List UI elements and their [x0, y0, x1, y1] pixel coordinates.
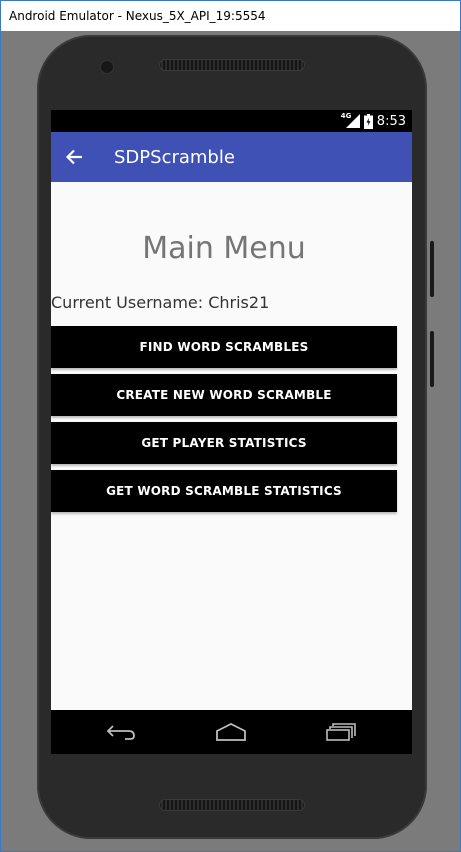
get-word-scramble-statistics-button[interactable]: GET WORD SCRAMBLE STATISTICS [51, 470, 397, 512]
button-label: CREATE NEW WORD SCRAMBLE [116, 388, 332, 402]
navigation-bar [51, 710, 412, 754]
device-screen: 4G 8:53 SDPScramble Main Menu Current Us… [51, 110, 412, 754]
app-title: SDPScramble [114, 147, 235, 168]
find-word-scrambles-button[interactable]: FIND WORD SCRAMBLES [51, 326, 397, 368]
main-content: Main Menu Current Username: Chris21 FIND… [51, 182, 412, 710]
home-icon [216, 722, 246, 741]
arrow-left-icon [65, 149, 82, 165]
top-speaker-grille [159, 59, 305, 71]
recents-icon [326, 723, 356, 741]
network-type-label: 4G [340, 112, 352, 120]
nav-back-button[interactable] [101, 720, 141, 744]
current-username-label: Current Username: Chris21 [51, 293, 270, 312]
nav-home-button[interactable] [211, 720, 251, 744]
window-titlebar: Android Emulator - Nexus_5X_API_19:5554 [1, 1, 460, 31]
app-bar: SDPScramble [51, 132, 412, 182]
bottom-speaker-grille [159, 799, 305, 811]
page-title: Main Menu [142, 231, 306, 266]
back-button[interactable] [61, 144, 87, 170]
button-label: FIND WORD SCRAMBLES [139, 340, 309, 354]
camera-icon [101, 61, 113, 73]
power-button[interactable] [430, 331, 434, 387]
back-icon [106, 725, 135, 740]
create-new-word-scramble-button[interactable]: CREATE NEW WORD SCRAMBLE [51, 374, 397, 416]
emulator-window: Android Emulator - Nexus_5X_API_19:5554 … [0, 0, 461, 852]
status-time: 8:53 [376, 113, 406, 129]
nav-recents-button[interactable] [321, 720, 361, 744]
get-player-statistics-button[interactable]: GET PLAYER STATISTICS [51, 422, 397, 464]
status-bar: 4G 8:53 [51, 110, 412, 132]
status-icons: 4G 8:53 [341, 112, 406, 129]
button-label: GET WORD SCRAMBLE STATISTICS [106, 484, 342, 498]
window-title: Android Emulator - Nexus_5X_API_19:5554 [9, 9, 266, 23]
button-label: GET PLAYER STATISTICS [141, 436, 307, 450]
volume-button[interactable] [430, 241, 434, 297]
signal-icon: 4G [341, 112, 360, 128]
battery-icon [363, 113, 373, 129]
